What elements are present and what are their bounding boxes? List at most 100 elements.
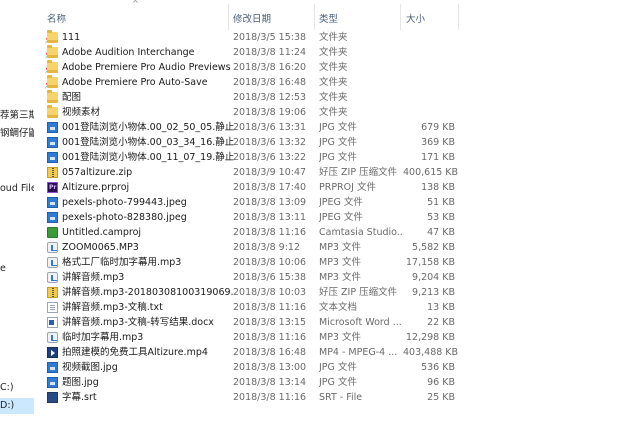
file-name: 057altizure.zip	[62, 167, 133, 178]
jpg-icon	[47, 377, 58, 388]
nav-item-fragment[interactable]: e	[0, 263, 6, 274]
file-type: 好压 ZIP 压缩文件	[319, 167, 398, 178]
file-row[interactable]: ZOOM0065.MP3 2018/3/8 9:12 MP3 文件 5,582 KB	[40, 240, 640, 255]
file-row[interactable]: Adobe Audition Interchange 2018/3/8 11:24…	[40, 45, 640, 60]
file-date-modified: 2018/3/6 13:32	[233, 137, 307, 148]
column-date-modified[interactable]: 修改日期	[233, 11, 271, 25]
file-row[interactable]: Altizure.prproj 2018/3/8 17:40 PRPROJ 文件 13…	[40, 180, 640, 195]
video-icon	[47, 347, 58, 358]
file-size: 13 KB	[427, 302, 455, 313]
file-date-modified: 2018/3/8 16:48	[233, 347, 307, 358]
file-row[interactable]: 001登陆浏览小物体.00_03_34_16.静止00...2018/3/6 1…	[40, 135, 640, 150]
file-row[interactable]: pexels-photo-828380.jpeg 2018/3/8 13:11 JP…	[40, 210, 640, 225]
file-row[interactable]: 001登陆浏览小物体.00_02_50_05.静止00...2018/3/6 1…	[40, 120, 640, 135]
column-divider[interactable]	[228, 4, 229, 30]
file-type: JPG 文件	[319, 122, 357, 133]
file-date-modified: 2018/3/8 16:20	[233, 62, 307, 73]
file-row[interactable]: 视频素材 2018/3/8 19:06 文件夹	[40, 105, 640, 120]
column-size[interactable]: 大小	[406, 11, 425, 25]
file-type: PRPROJ 文件	[319, 182, 376, 193]
file-date-modified: 2018/3/8 10:03	[233, 287, 307, 298]
file-row[interactable]: 视频截图.jpg 2018/3/8 13:00 JPG 文件 536 KB	[40, 360, 640, 375]
file-size: 96 KB	[427, 377, 455, 388]
file-name: 拍照建模的免费工具Altizure.mp4	[62, 347, 208, 358]
file-type: MP3 文件	[319, 242, 361, 253]
file-row[interactable]: Adobe Premiere Pro Auto-Save 2018/3/8 16:…	[40, 75, 640, 90]
file-size: 47 KB	[427, 227, 455, 238]
file-type: MP4 - MPEG-4 ...	[319, 347, 398, 358]
premiere-icon	[47, 180, 58, 195]
file-name: 001登陆浏览小物体.00_11_07_19.静止00...	[62, 152, 234, 163]
file-row[interactable]: 临时加字幕用.mp3 2018/3/8 11:16 MP3 文件 12,298 KB	[40, 330, 640, 345]
file-name: Untitled.camproj	[62, 227, 142, 238]
file-row[interactable]: 格式工厂临时加字幕用.mp3 2018/3/8 10:06 MP3 文件 17,158…	[40, 255, 640, 270]
file-size: 679 KB	[421, 122, 455, 133]
file-date-modified: 2018/3/8 13:09	[233, 197, 307, 208]
nav-item-drive-c[interactable]: C:)	[0, 382, 14, 393]
file-date-modified: 2018/3/8 11:16	[233, 302, 307, 313]
file-size: 400,615 KB	[403, 167, 459, 178]
file-name: 讲解音频.mp3	[62, 272, 125, 283]
nav-item-cloud-files[interactable]: oud Files	[0, 183, 34, 194]
file-row[interactable]: 拍照建模的免费工具Altizure.mp4 2018/3/8 16:48 MP4 -…	[40, 345, 640, 360]
folder-icon	[47, 90, 58, 103]
audio-icon	[47, 257, 58, 268]
file-type: JPG 文件	[319, 152, 357, 163]
column-divider[interactable]	[458, 4, 459, 30]
zip-icon	[47, 287, 58, 298]
file-size: 25 KB	[427, 392, 455, 403]
file-name: pexels-photo-828380.jpeg	[62, 212, 187, 223]
nav-item-drive-d[interactable]: D:)	[0, 398, 34, 414]
file-type: 文件夹	[319, 92, 348, 103]
file-type: 文本文档	[319, 302, 358, 313]
file-type: Camtasia Studio...	[319, 227, 404, 238]
word-icon	[47, 317, 58, 328]
file-type: 文件夹	[319, 47, 348, 58]
camtasia-icon	[47, 227, 58, 238]
file-row[interactable]: 057altizure.zip 2018/3/9 10:47 好压 ZIP 压缩文件…	[40, 165, 640, 180]
nav-item-folder[interactable]: 钢鲷仔鼬	[0, 125, 34, 139]
file-row[interactable]: 讲解音频.mp3-文稿.txt 2018/3/8 11:16 文本文档 13 KB	[40, 300, 640, 315]
file-row[interactable]: 题图.jpg 2018/3/8 13:14 JPG 文件 96 KB	[40, 375, 640, 390]
file-row[interactable]: 001登陆浏览小物体.00_11_07_19.静止00...2018/3/6 1…	[40, 150, 640, 165]
audio-icon	[47, 242, 58, 253]
file-date-modified: 2018/3/6 13:22	[233, 152, 307, 163]
file-size: 12,298 KB	[405, 332, 455, 343]
file-date-modified: 2018/3/8 13:15	[233, 317, 307, 328]
file-date-modified: 2018/3/8 11:16	[233, 392, 307, 403]
file-name: 视频截图.jpg	[62, 362, 118, 373]
file-row[interactable]: Untitled.camproj 2018/3/8 11:16 Camtasia S…	[40, 225, 640, 240]
file-size: 5,582 KB	[412, 242, 455, 253]
file-row[interactable]: 111 2018/3/5 15:38 文件夹	[40, 30, 640, 45]
file-row[interactable]: Adobe Premiere Pro Audio Previews 2018/3/…	[40, 60, 640, 75]
file-size: 22 KB	[427, 317, 455, 328]
file-date-modified: 2018/3/8 19:06	[233, 107, 307, 118]
file-row[interactable]: 配图 2018/3/8 12:53 文件夹	[40, 90, 640, 105]
column-name[interactable]: 名称	[47, 11, 66, 25]
file-size: 53 KB	[427, 212, 455, 223]
folder-icon	[47, 45, 58, 58]
file-row[interactable]: 讲解音频.mp3 2018/3/6 15:38 MP3 文件 9,204 KB	[40, 270, 640, 285]
file-type: 文件夹	[319, 107, 348, 118]
file-date-modified: 2018/3/5 15:38	[233, 32, 307, 43]
file-date-modified: 2018/3/6 13:31	[233, 122, 307, 133]
column-type[interactable]: 类型	[319, 11, 338, 25]
file-size: 403,488 KB	[403, 347, 459, 358]
column-divider[interactable]	[314, 4, 315, 30]
file-name: 讲解音频.mp3-文稿.txt	[62, 302, 163, 313]
file-row[interactable]: 字幕.srt 2018/3/8 11:16 SRT - File 25 KB	[40, 390, 640, 405]
file-type: JPG 文件	[319, 362, 357, 373]
column-divider[interactable]	[400, 4, 401, 30]
navigation-pane: 荐第三期 钢鲷仔鼬 oud Files e C:) D:)	[0, 0, 34, 421]
file-row[interactable]: 讲解音频.mp3-20180308100319069.z... 2018/3/8 …	[40, 285, 640, 300]
file-row[interactable]: pexels-photo-799443.jpeg 2018/3/8 13:09 JP…	[40, 195, 640, 210]
file-date-modified: 2018/3/8 9:12	[233, 242, 301, 253]
column-header: ^ 名称 修改日期 类型 大小	[40, 0, 640, 30]
file-row[interactable]: 讲解音频.mp3-文稿-转写结果.docx 2018/3/8 13:15 Micro…	[40, 315, 640, 330]
file-size: 51 KB	[427, 197, 455, 208]
file-name: 字幕.srt	[62, 392, 97, 403]
file-name: 格式工厂临时加字幕用.mp3	[62, 257, 182, 268]
file-size: 9,204 KB	[412, 272, 455, 283]
nav-item-recommend[interactable]: 荐第三期	[0, 107, 34, 121]
file-type: 文件夹	[319, 77, 348, 88]
